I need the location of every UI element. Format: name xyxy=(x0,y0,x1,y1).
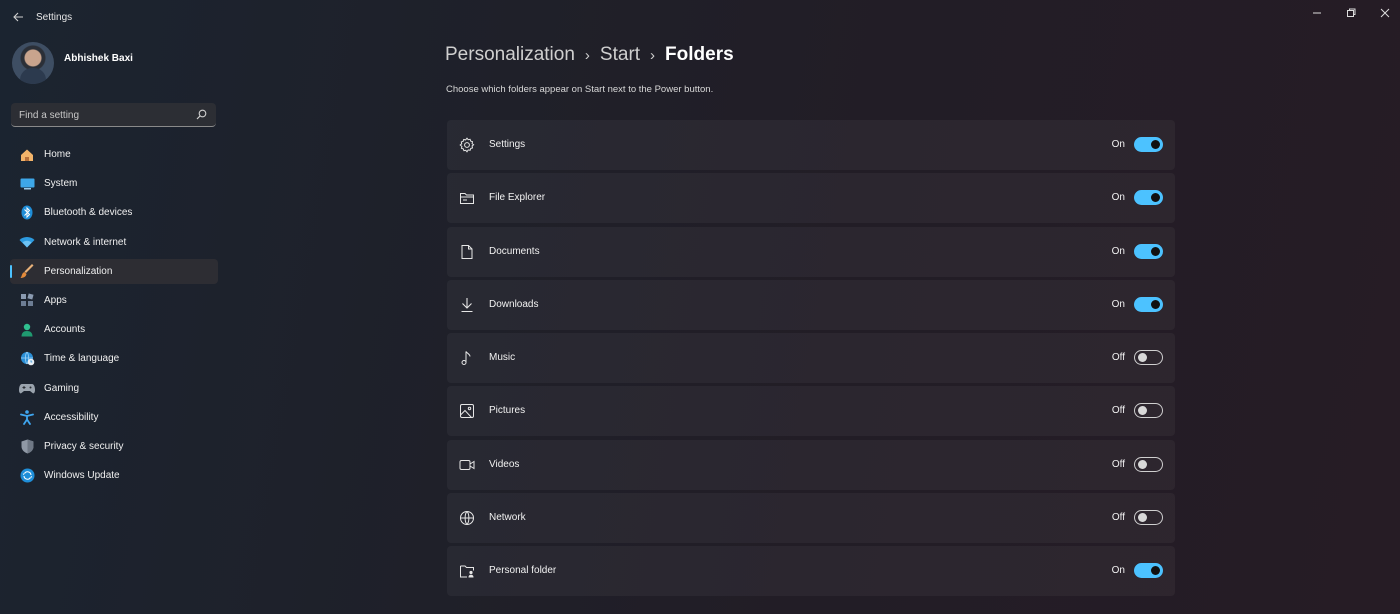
page-description: Choose which folders appear on Start nex… xyxy=(446,84,714,95)
toggle-state-label: On xyxy=(1111,298,1125,310)
file-explorer-icon xyxy=(460,193,474,205)
breadcrumb: Personalization › Start › Folders xyxy=(445,44,734,66)
sidebar-nav: Home System Bluetooth & devices Network … xyxy=(10,142,218,492)
search-box xyxy=(11,103,216,127)
avatar[interactable] xyxy=(12,42,54,84)
folder-row-settings: Settings On xyxy=(447,120,1175,170)
toggle-switch[interactable] xyxy=(1134,243,1163,259)
toggle-switch[interactable] xyxy=(1134,510,1163,526)
folder-row-network: Network Off xyxy=(447,493,1175,544)
home-icon xyxy=(19,147,35,163)
chevron-right-icon: › xyxy=(584,46,590,64)
app-title: Settings xyxy=(36,12,73,23)
sidebar-item-gaming[interactable]: Gaming xyxy=(10,376,218,401)
accounts-icon xyxy=(19,322,35,338)
sidebar-item-network[interactable]: Network & internet xyxy=(10,230,218,255)
sidebar-item-apps[interactable]: Apps xyxy=(10,288,218,313)
toggle-switch[interactable] xyxy=(1134,137,1163,152)
personal-folder-icon xyxy=(460,565,474,578)
back-button[interactable] xyxy=(8,7,28,27)
search-input[interactable] xyxy=(19,107,189,123)
gamepad-icon xyxy=(19,380,35,396)
sidebar-item-time-language[interactable]: Time & language xyxy=(10,346,218,371)
toggle-state-label: On xyxy=(1111,565,1125,577)
toggle-switch[interactable] xyxy=(1134,190,1163,206)
folder-row-pictures: Pictures Off xyxy=(447,386,1175,437)
close-button[interactable] xyxy=(1370,4,1400,22)
sidebar-item-windows-update[interactable]: Windows Update xyxy=(10,463,218,488)
toggle-state-label: Off xyxy=(1111,352,1125,364)
video-icon xyxy=(459,459,475,470)
search-icon[interactable] xyxy=(196,109,207,120)
toggle-state-label: Off xyxy=(1111,405,1125,417)
update-icon xyxy=(19,468,35,484)
folder-list: Settings On File Explorer On Documents O… xyxy=(447,120,1175,600)
sidebar-item-accessibility[interactable]: Accessibility xyxy=(10,405,218,430)
close-icon xyxy=(1380,8,1390,18)
gear-icon xyxy=(459,137,475,153)
folder-row-videos: Videos Off xyxy=(447,439,1175,490)
toggle-switch[interactable] xyxy=(1134,296,1163,312)
sidebar-item-home[interactable]: Home xyxy=(10,142,218,167)
toggle-state-label: On xyxy=(1111,245,1125,257)
page-title: Folders xyxy=(665,44,734,65)
minimize-button[interactable] xyxy=(1302,4,1332,22)
music-icon xyxy=(461,351,471,366)
accessibility-icon xyxy=(19,409,35,425)
breadcrumb-start[interactable]: Start xyxy=(600,44,640,66)
download-icon xyxy=(461,297,473,312)
system-icon xyxy=(19,176,35,192)
sidebar-item-system[interactable]: System xyxy=(10,171,218,196)
toggle-switch[interactable] xyxy=(1134,563,1163,579)
restore-button[interactable] xyxy=(1336,4,1366,22)
breadcrumb-personalization[interactable]: Personalization xyxy=(445,44,575,66)
toggle-switch[interactable] xyxy=(1134,456,1163,472)
document-icon xyxy=(461,244,473,259)
sidebar-item-bluetooth[interactable]: Bluetooth & devices xyxy=(10,200,218,225)
globe-clock-icon xyxy=(19,351,35,367)
folder-row-documents: Documents On xyxy=(447,226,1175,277)
toggle-state-label: Off xyxy=(1111,512,1125,524)
title-bar: Settings xyxy=(0,0,1400,34)
toggle-state-label: On xyxy=(1111,192,1125,204)
folder-row-personal-folder: Personal folder On xyxy=(447,546,1175,597)
toggle-state-label: Off xyxy=(1111,458,1125,470)
shield-icon xyxy=(19,438,35,454)
folder-row-music: Music Off xyxy=(447,333,1175,384)
picture-icon xyxy=(460,404,474,419)
network-globe-icon xyxy=(460,511,474,526)
sidebar-item-accounts[interactable]: Accounts xyxy=(10,317,218,342)
chevron-right-icon: › xyxy=(650,46,656,64)
toggle-state-label: On xyxy=(1111,139,1125,150)
bluetooth-icon xyxy=(19,205,35,221)
apps-icon xyxy=(19,292,35,308)
brush-icon xyxy=(19,263,35,279)
user-name: Abhishek Baxi xyxy=(64,53,133,64)
toggle-switch[interactable] xyxy=(1134,350,1163,366)
sidebar-item-privacy[interactable]: Privacy & security xyxy=(10,434,218,459)
folder-row-file-explorer: File Explorer On xyxy=(447,173,1175,224)
sidebar: Abhishek Baxi Home System Bluetooth & de… xyxy=(0,34,225,614)
back-arrow-icon xyxy=(12,12,23,22)
folder-row-downloads: Downloads On xyxy=(447,279,1175,330)
toggle-switch[interactable] xyxy=(1134,403,1163,419)
minimize-icon xyxy=(1313,12,1321,14)
sidebar-item-personalization[interactable]: Personalization xyxy=(10,258,218,284)
restore-icon xyxy=(1347,8,1356,17)
wifi-icon xyxy=(19,234,35,250)
